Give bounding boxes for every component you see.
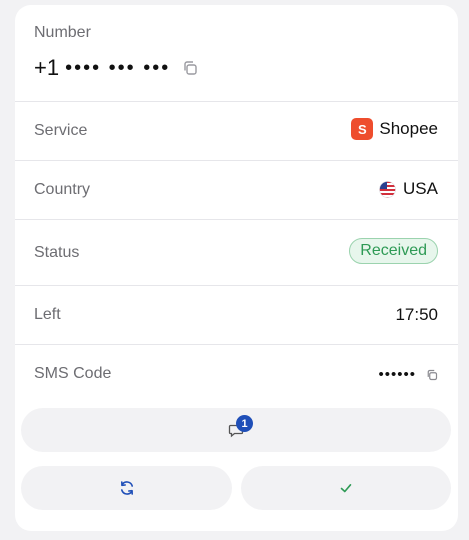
sms-code-row: SMS Code •••••• (15, 344, 458, 408)
status-value: Received (349, 238, 438, 264)
sms-code-value: •••••• (378, 366, 438, 383)
country-row: Country USA (15, 160, 458, 219)
country-label: Country (34, 181, 91, 198)
chat-icon: 1 (228, 415, 253, 438)
copy-icon (427, 369, 438, 380)
service-row: Service S Shopee (15, 101, 458, 160)
shopee-logo: S (351, 118, 374, 140)
copy-icon (184, 61, 197, 75)
messages-count-badge: 1 (236, 415, 253, 432)
status-badge: Received (349, 238, 438, 264)
copy-sms-button[interactable] (426, 369, 438, 381)
phone-number: +1 •••• ••• ••• (34, 55, 198, 81)
masked-number: •••• ••• ••• (65, 56, 171, 79)
check-icon (340, 484, 352, 493)
number-details-card: Number +1 •••• ••• ••• Service S Shopee … (15, 5, 458, 531)
masked-sms-code: •••••• (378, 366, 416, 383)
country-name: USA (403, 179, 438, 198)
time-left-value: 17:50 (395, 305, 438, 324)
time-left-label: Left (34, 306, 61, 323)
service-value: S Shopee (351, 118, 438, 140)
number-section: Number +1 •••• ••• ••• (15, 5, 458, 101)
country-value: USA (379, 179, 438, 199)
copy-number-button[interactable] (182, 60, 198, 76)
confirm-button[interactable] (241, 466, 451, 510)
messages-button[interactable]: 1 (21, 408, 451, 452)
status-row: Status Received (15, 219, 458, 285)
country-code: +1 (34, 55, 60, 80)
status-label: Status (34, 244, 80, 261)
us-flag-icon (379, 180, 396, 198)
refresh-button[interactable] (21, 466, 232, 510)
refresh-icon (120, 481, 133, 495)
time-left-row: Left 17:50 (15, 285, 458, 344)
service-name: Shopee (379, 119, 438, 138)
number-label: Number (34, 24, 91, 41)
service-label: Service (34, 122, 88, 139)
sms-code-label: SMS Code (34, 365, 112, 382)
